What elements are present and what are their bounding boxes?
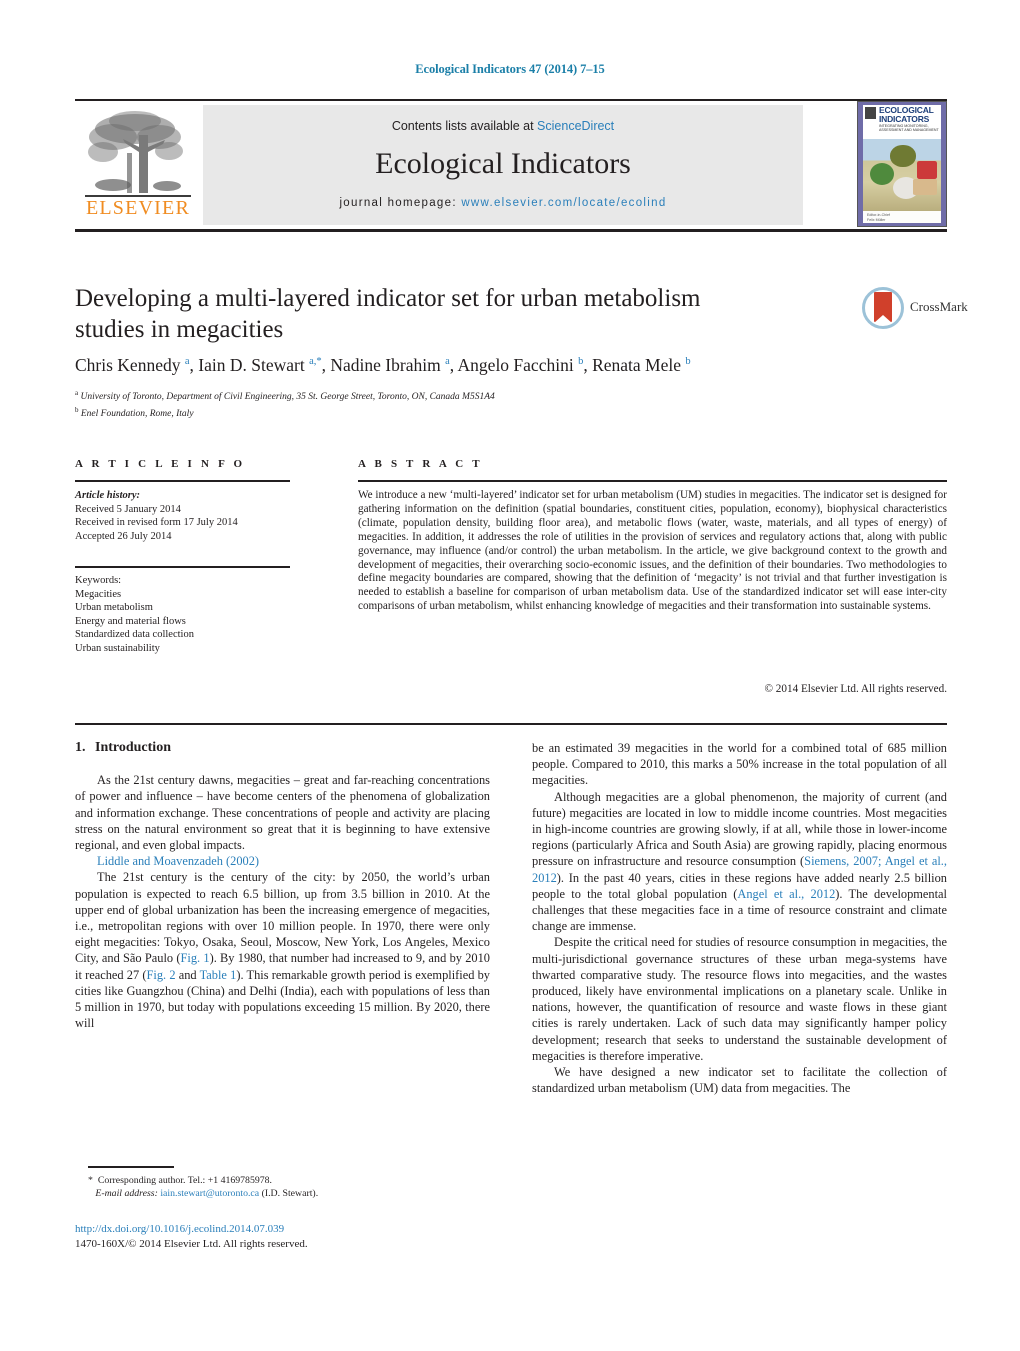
keyword-4: Urban sustainability: [75, 642, 160, 654]
table-1-link[interactable]: Table 1: [200, 968, 237, 982]
keyword-0: Megacities: [75, 588, 122, 600]
crossmark-badge[interactable]: CrossMark: [862, 287, 968, 331]
journal-cover-thumbnail: ECOLOGICAL INDICATORS INTEGRATING MONITO…: [857, 101, 947, 227]
cover-photo: [863, 139, 941, 211]
keyword-1: Urban metabolism: [75, 602, 153, 614]
copyright-line: © 2014 Elsevier Ltd. All rights reserved…: [764, 683, 948, 695]
body-column-left: 1. Introduction As the 21st century dawns…: [75, 740, 490, 1031]
history-item-0: Received 5 January 2014: [75, 503, 181, 515]
right-paragraph-4: We have designed a new indicator set to …: [532, 1065, 947, 1096]
section-title: Introduction: [95, 740, 171, 755]
page-title: Developing a multi-layered indicator set…: [75, 285, 701, 343]
cover-inner: ECOLOGICAL INDICATORS INTEGRATING MONITO…: [863, 105, 941, 223]
intro-blockquote: As the 21st century dawns, megacities – …: [75, 773, 490, 853]
section-heading-introduction: 1. Introduction: [75, 740, 490, 756]
body-column-right: be an estimated 39 megacities in the wor…: [532, 740, 947, 1096]
and-word: and: [175, 967, 200, 982]
masthead-band: Contents lists available at ScienceDirec…: [203, 105, 803, 225]
article-info-rule: [75, 480, 290, 482]
elsevier-logo: ELSEVIER: [77, 105, 199, 225]
author-list: Chris Kennedy a, Iain D. Stewart a,*, Na…: [75, 355, 691, 375]
journal-masthead: ELSEVIER Contents lists available at Sci…: [75, 99, 947, 232]
article-info-heading: A R T I C L E I N F O: [75, 458, 246, 470]
keywords-label: Keywords:: [75, 575, 122, 586]
article-history: Article history: Received 5 January 2014…: [75, 489, 305, 543]
body-separator-rule: [75, 723, 947, 725]
elsevier-wordmark: ELSEVIER: [85, 197, 191, 219]
right-paragraph-2: Although megacities are a global phenome…: [532, 789, 947, 935]
intro-paragraph-1: The 21st century is the century of the c…: [75, 869, 490, 1031]
abstract-rule: [358, 480, 947, 482]
keywords-list: Keywords: Megacities Urban metabolism En…: [75, 574, 305, 656]
doi-link[interactable]: http://dx.doi.org/10.1016/j.ecolind.2014…: [75, 1223, 284, 1235]
abstract-heading: A B S T R A C T: [358, 458, 483, 470]
right-paragraph-1: be an estimated 39 megacities in the wor…: [532, 741, 947, 788]
affiliation-a: University of Toronto, Department of Civ…: [80, 392, 495, 403]
cover-blob-red: [917, 161, 937, 179]
history-item-1: Received in revised form 17 July 2014: [75, 517, 238, 529]
keyword-2: Energy and material flows: [75, 615, 186, 627]
cover-footer-line2: Felix Müller: [867, 217, 886, 222]
footnote-rule: [88, 1166, 174, 1168]
cover-header: ECOLOGICAL INDICATORS INTEGRATING MONITO…: [863, 105, 941, 139]
homepage-prefix: journal homepage:: [339, 197, 462, 209]
issn-copyright-line: 1470-160X/© 2014 Elsevier Ltd. All right…: [75, 1237, 308, 1250]
section-number: 1.: [75, 740, 86, 755]
figure-2-link[interactable]: Fig. 2: [147, 968, 176, 982]
cover-blob-olive: [890, 145, 916, 167]
cover-title-line2: INDICATORS: [879, 114, 930, 124]
article-history-label: Article history:: [75, 490, 141, 501]
email-link[interactable]: iain.stewart@utoronto.ca: [160, 1188, 259, 1199]
cover-blob-green: [870, 163, 894, 185]
crossmark-notch-icon: [874, 315, 892, 323]
figure-1-link[interactable]: Fig. 1: [180, 951, 209, 965]
masthead-bottom-rule: [75, 229, 947, 232]
contents-prefix: Contents lists available at: [391, 119, 538, 133]
running-head: Ecological Indicators 47 (2014) 7–15: [415, 62, 605, 76]
corresponding-marker: *: [88, 1175, 93, 1186]
paper-page: Ecological Indicators 47 (2014) 7–15 ELS…: [0, 0, 1020, 1351]
blockquote-citation[interactable]: Liddle and Moavenzadeh (2002): [75, 853, 490, 869]
sciencedirect-link[interactable]: ScienceDirect: [537, 119, 614, 133]
cover-elsevier-icon: [865, 107, 876, 119]
abstract-text: We introduce a new ‘multi-layered’ indic…: [358, 489, 947, 613]
homepage-url-link[interactable]: www.elsevier.com/locate/ecolind: [461, 197, 666, 209]
masthead-top-rule: [75, 99, 947, 101]
cover-footer: Editor-in-Chief Felix Müller: [867, 213, 890, 222]
keyword-3: Standardized data collection: [75, 629, 194, 641]
corresponding-author-note: * Corresponding author. Tel.: +1 4169785…: [88, 1174, 488, 1200]
contents-list-line: Contents lists available at ScienceDirec…: [203, 119, 803, 133]
citation-angel[interactable]: Angel et al., 2012: [737, 887, 835, 901]
affiliations: a University of Toronto, Department of C…: [75, 389, 495, 419]
journal-title: Ecological Indicators: [375, 147, 631, 180]
history-item-2: Accepted 26 July 2014: [75, 530, 172, 542]
journal-homepage-line: journal homepage: www.elsevier.com/locat…: [203, 197, 803, 209]
cover-title: ECOLOGICAL INDICATORS: [879, 106, 934, 124]
crossmark-label: CrossMark: [910, 299, 968, 314]
cover-blob-tan: [913, 179, 937, 195]
doi-block: http://dx.doi.org/10.1016/j.ecolind.2014…: [75, 1222, 505, 1251]
elsevier-tree-icon: [88, 111, 183, 193]
cover-subtitle: INTEGRATING MONITORING, ASSESSMENT AND M…: [879, 124, 939, 133]
affiliation-b: Enel Foundation, Rome, Italy: [80, 408, 194, 419]
corresponding-text: Corresponding author. Tel.: +1 416978597…: [97, 1175, 272, 1186]
email-label: E-mail address:: [95, 1188, 158, 1199]
cover-footer-line1: Editor-in-Chief: [867, 213, 890, 217]
email-owner: (I.D. Stewart).: [261, 1188, 319, 1199]
keywords-rule: [75, 566, 290, 568]
right-paragraph-3: Despite the critical need for studies of…: [532, 935, 947, 1063]
